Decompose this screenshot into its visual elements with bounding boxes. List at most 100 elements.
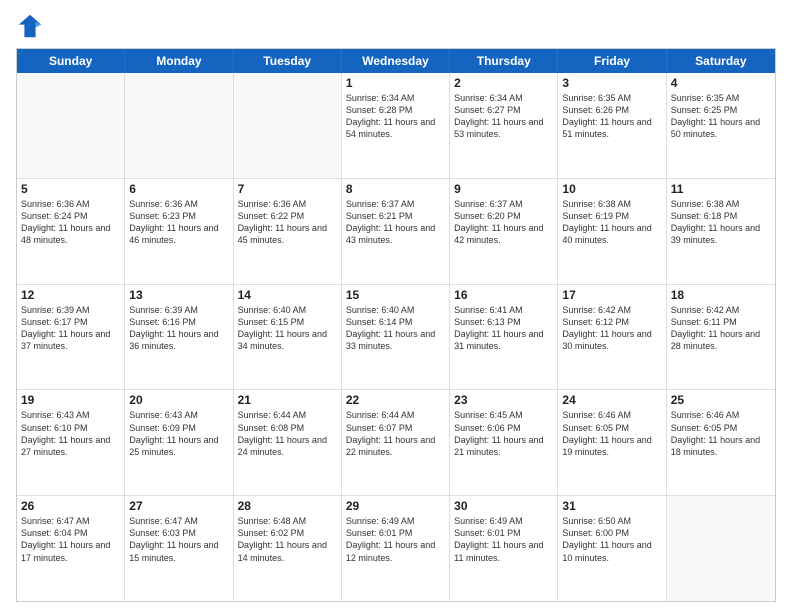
cell-info: Sunrise: 6:46 AM Sunset: 6:05 PM Dayligh… (562, 409, 661, 458)
cell-info: Sunrise: 6:44 AM Sunset: 6:08 PM Dayligh… (238, 409, 337, 458)
day-number: 15 (346, 288, 445, 302)
calendar-cell-4: 4Sunrise: 6:35 AM Sunset: 6:25 PM Daylig… (667, 73, 775, 178)
cell-info: Sunrise: 6:38 AM Sunset: 6:19 PM Dayligh… (562, 198, 661, 247)
weekday-header-friday: Friday (558, 49, 666, 73)
calendar-cell-17: 17 Sunrise: 6:42 AM Sunset: 6:12 PM Dayli… (558, 285, 666, 390)
day-number: 25 (671, 393, 771, 407)
weekday-header-thursday: Thursday (450, 49, 558, 73)
calendar-cell-20: 20 Sunrise: 6:43 AM Sunset: 6:09 PM Dayli… (125, 390, 233, 495)
calendar-cell-24: 24 Sunrise: 6:46 AM Sunset: 6:05 PM Dayli… (558, 390, 666, 495)
day-number: 5 (21, 182, 120, 196)
cell-info: Sunrise: 6:49 AM Sunset: 6:01 PM Dayligh… (346, 515, 445, 564)
calendar-cell-8: 8 Sunrise: 6:37 AM Sunset: 6:21 PM Daylig… (342, 179, 450, 284)
cell-info: Sunrise: 6:49 AM Sunset: 6:01 PM Dayligh… (454, 515, 553, 564)
day-number: 6 (129, 182, 228, 196)
day-number: 24 (562, 393, 661, 407)
calendar-cell-10: 10 Sunrise: 6:38 AM Sunset: 6:19 PM Dayli… (558, 179, 666, 284)
cell-info: Sunrise: 6:43 AM Sunset: 6:09 PM Dayligh… (129, 409, 228, 458)
day-number: 9 (454, 182, 553, 196)
day-number: 8 (346, 182, 445, 196)
calendar-cell-5: 5 Sunrise: 6:36 AM Sunset: 6:24 PM Daylig… (17, 179, 125, 284)
cell-info: Sunrise: 6:39 AM Sunset: 6:17 PM Dayligh… (21, 304, 120, 353)
calendar-cell-16: 16Sunrise: 6:41 AM Sunset: 6:13 PM Dayli… (450, 285, 558, 390)
calendar-cell-18: 18 Sunrise: 6:42 AM Sunset: 6:11 PM Dayli… (667, 285, 775, 390)
day-number: 17 (562, 288, 661, 302)
day-number: 14 (238, 288, 337, 302)
cell-info: Sunrise: 6:47 AM Sunset: 6:04 PM Dayligh… (21, 515, 120, 564)
cell-info: Sunrise: 6:35 AM Sunset: 6:26 PM Dayligh… (562, 92, 661, 141)
weekday-header-saturday: Saturday (667, 49, 775, 73)
day-number: 19 (21, 393, 120, 407)
cell-info: Sunrise: 6:45 AM Sunset: 6:06 PM Dayligh… (454, 409, 553, 458)
calendar: SundayMondayTuesdayWednesdayThursdayFrid… (16, 48, 776, 602)
cell-info: Sunrise: 6:34 AM Sunset: 6:28 PM Dayligh… (346, 92, 445, 141)
cell-info: Sunrise: 6:36 AM Sunset: 6:24 PM Dayligh… (21, 198, 120, 247)
calendar-cell-3: 3 Sunrise: 6:35 AM Sunset: 6:26 PM Daylig… (558, 73, 666, 178)
cell-info: Sunrise: 6:47 AM Sunset: 6:03 PM Dayligh… (129, 515, 228, 564)
day-number: 28 (238, 499, 337, 513)
cell-info: Sunrise: 6:37 AM Sunset: 6:21 PM Dayligh… (346, 198, 445, 247)
calendar-cell-26: 26 Sunrise: 6:47 AM Sunset: 6:04 PM Dayli… (17, 496, 125, 601)
day-number: 30 (454, 499, 553, 513)
calendar-cell-2: 2Sunrise: 6:34 AM Sunset: 6:27 PM Daylig… (450, 73, 558, 178)
calendar-cell-empty-4-6 (667, 496, 775, 601)
calendar-cell-empty-0-2 (234, 73, 342, 178)
cell-info: Sunrise: 6:36 AM Sunset: 6:23 PM Dayligh… (129, 198, 228, 247)
calendar-cell-14: 14Sunrise: 6:40 AM Sunset: 6:15 PM Dayli… (234, 285, 342, 390)
cell-info: Sunrise: 6:46 AM Sunset: 6:05 PM Dayligh… (671, 409, 771, 458)
cell-info: Sunrise: 6:36 AM Sunset: 6:22 PM Dayligh… (238, 198, 337, 247)
calendar-cell-22: 22Sunrise: 6:44 AM Sunset: 6:07 PM Dayli… (342, 390, 450, 495)
header (16, 12, 776, 40)
calendar-cell-21: 21 Sunrise: 6:44 AM Sunset: 6:08 PM Dayli… (234, 390, 342, 495)
calendar-row-1: 5 Sunrise: 6:36 AM Sunset: 6:24 PM Daylig… (17, 178, 775, 284)
calendar-header: SundayMondayTuesdayWednesdayThursdayFrid… (17, 49, 775, 73)
cell-info: Sunrise: 6:40 AM Sunset: 6:14 PM Dayligh… (346, 304, 445, 353)
weekday-header-tuesday: Tuesday (234, 49, 342, 73)
page: SundayMondayTuesdayWednesdayThursdayFrid… (0, 0, 792, 612)
calendar-cell-31: 31 Sunrise: 6:50 AM Sunset: 6:00 PM Dayli… (558, 496, 666, 601)
day-number: 18 (671, 288, 771, 302)
day-number: 3 (562, 76, 661, 90)
day-number: 23 (454, 393, 553, 407)
calendar-cell-1: 1Sunrise: 6:34 AM Sunset: 6:28 PM Daylig… (342, 73, 450, 178)
weekday-header-monday: Monday (125, 49, 233, 73)
day-number: 10 (562, 182, 661, 196)
calendar-row-2: 12Sunrise: 6:39 AM Sunset: 6:17 PM Dayli… (17, 284, 775, 390)
cell-info: Sunrise: 6:50 AM Sunset: 6:00 PM Dayligh… (562, 515, 661, 564)
calendar-body: 1Sunrise: 6:34 AM Sunset: 6:28 PM Daylig… (17, 73, 775, 601)
day-number: 7 (238, 182, 337, 196)
day-number: 2 (454, 76, 553, 90)
calendar-cell-23: 23 Sunrise: 6:45 AM Sunset: 6:06 PM Dayli… (450, 390, 558, 495)
calendar-cell-30: 30 Sunrise: 6:49 AM Sunset: 6:01 PM Dayli… (450, 496, 558, 601)
calendar-cell-13: 13Sunrise: 6:39 AM Sunset: 6:16 PM Dayli… (125, 285, 233, 390)
calendar-row-0: 1Sunrise: 6:34 AM Sunset: 6:28 PM Daylig… (17, 73, 775, 178)
calendar-cell-7: 7 Sunrise: 6:36 AM Sunset: 6:22 PM Daylig… (234, 179, 342, 284)
day-number: 11 (671, 182, 771, 196)
calendar-cell-empty-0-0 (17, 73, 125, 178)
calendar-cell-empty-0-1 (125, 73, 233, 178)
weekday-header-wednesday: Wednesday (342, 49, 450, 73)
logo (16, 12, 48, 40)
calendar-row-4: 26 Sunrise: 6:47 AM Sunset: 6:04 PM Dayli… (17, 495, 775, 601)
day-number: 26 (21, 499, 120, 513)
logo-icon (16, 12, 44, 40)
cell-info: Sunrise: 6:48 AM Sunset: 6:02 PM Dayligh… (238, 515, 337, 564)
weekday-header-sunday: Sunday (17, 49, 125, 73)
calendar-cell-12: 12Sunrise: 6:39 AM Sunset: 6:17 PM Dayli… (17, 285, 125, 390)
calendar-cell-29: 29Sunrise: 6:49 AM Sunset: 6:01 PM Dayli… (342, 496, 450, 601)
day-number: 31 (562, 499, 661, 513)
calendar-cell-27: 27 Sunrise: 6:47 AM Sunset: 6:03 PM Dayli… (125, 496, 233, 601)
day-number: 22 (346, 393, 445, 407)
day-number: 16 (454, 288, 553, 302)
day-number: 4 (671, 76, 771, 90)
day-number: 27 (129, 499, 228, 513)
cell-info: Sunrise: 6:42 AM Sunset: 6:12 PM Dayligh… (562, 304, 661, 353)
day-number: 21 (238, 393, 337, 407)
calendar-cell-28: 28 Sunrise: 6:48 AM Sunset: 6:02 PM Dayli… (234, 496, 342, 601)
cell-info: Sunrise: 6:42 AM Sunset: 6:11 PM Dayligh… (671, 304, 771, 353)
calendar-cell-11: 11Sunrise: 6:38 AM Sunset: 6:18 PM Dayli… (667, 179, 775, 284)
day-number: 20 (129, 393, 228, 407)
calendar-row-3: 19Sunrise: 6:43 AM Sunset: 6:10 PM Dayli… (17, 389, 775, 495)
calendar-cell-19: 19Sunrise: 6:43 AM Sunset: 6:10 PM Dayli… (17, 390, 125, 495)
day-number: 13 (129, 288, 228, 302)
